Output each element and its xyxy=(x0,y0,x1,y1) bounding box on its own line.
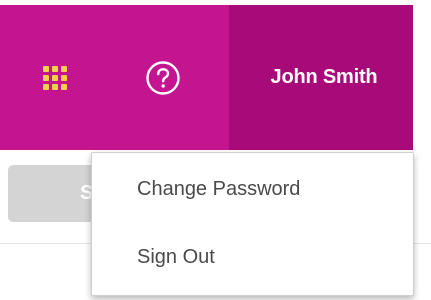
user-dropdown-menu: Change Password Sign Out xyxy=(91,152,414,296)
change-password-menu-item[interactable]: Change Password xyxy=(137,169,300,209)
apps-grid-icon xyxy=(43,65,67,90)
top-navigation-bar: John Smith xyxy=(0,5,413,150)
apps-launcher-button[interactable] xyxy=(10,5,95,150)
user-name: John Smith xyxy=(270,66,378,88)
help-circle-icon xyxy=(146,60,180,95)
sign-out-menu-item[interactable]: Sign Out xyxy=(137,237,215,277)
user-menu-button[interactable]: John Smith xyxy=(229,5,413,150)
app-screen: John Smith S Change Password Sign Out xyxy=(0,0,431,300)
help-button[interactable] xyxy=(140,5,186,150)
